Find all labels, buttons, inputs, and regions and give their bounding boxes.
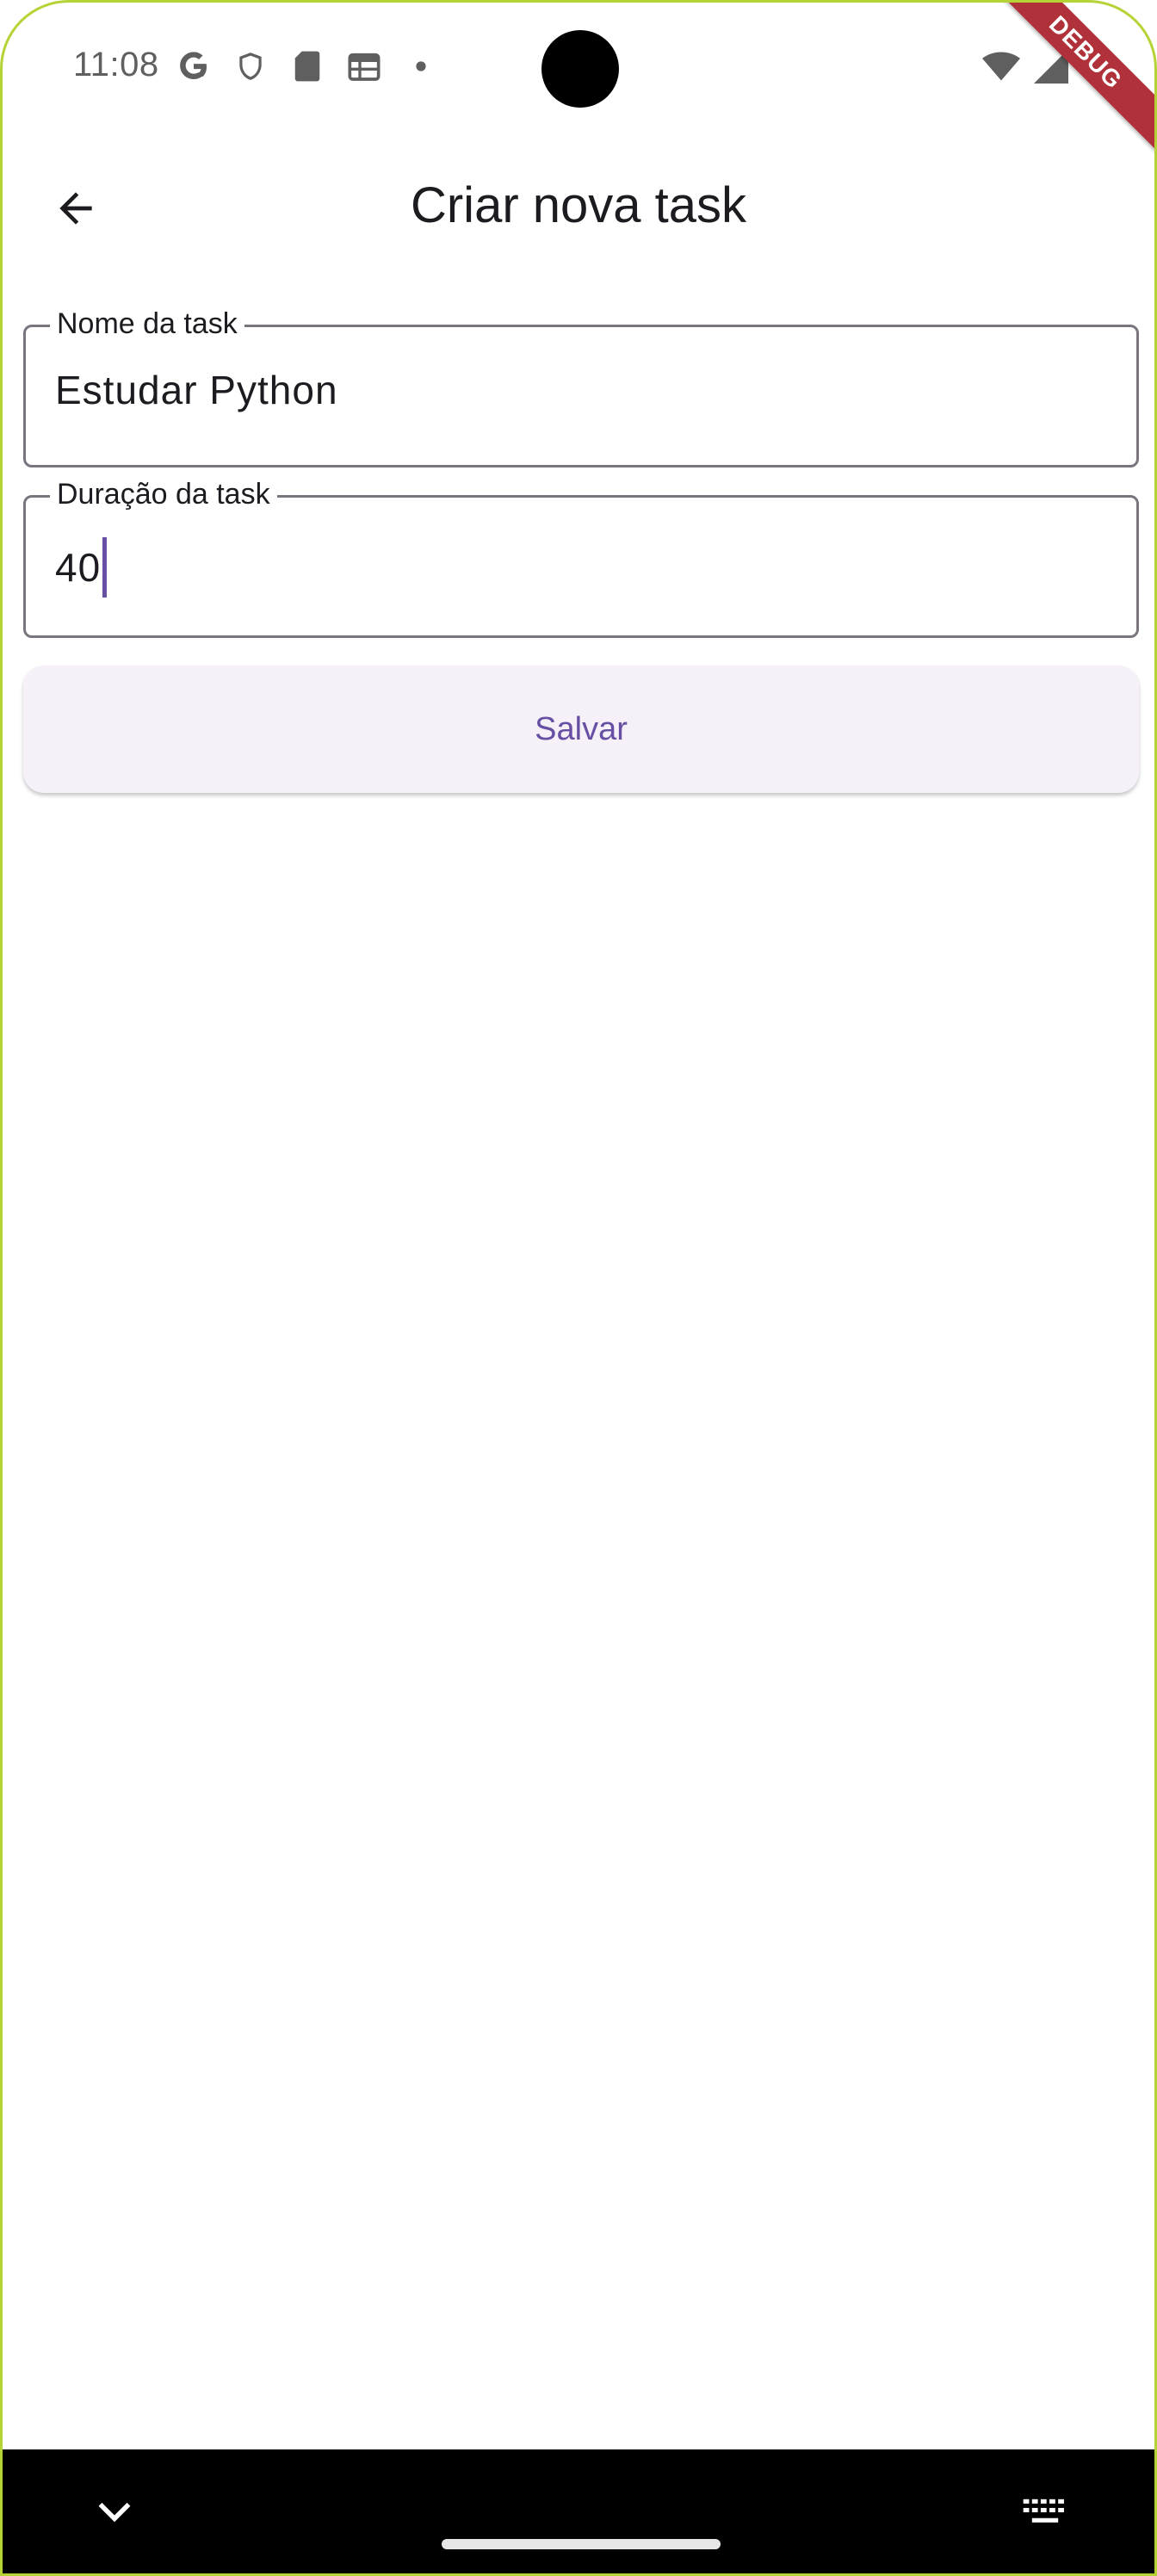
camera-cutout bbox=[541, 30, 619, 108]
sd-card-icon bbox=[288, 47, 326, 85]
status-icons-left bbox=[175, 47, 440, 85]
shield-icon bbox=[232, 47, 269, 85]
status-bar: 11:08 DEBUG bbox=[3, 3, 1154, 158]
task-name-value: Estudar Python bbox=[55, 368, 338, 412]
home-handle[interactable] bbox=[442, 2539, 721, 2549]
task-duration-label: Duração da task bbox=[50, 475, 277, 513]
page-title: Criar nova task bbox=[410, 177, 747, 233]
dot-icon bbox=[402, 47, 440, 85]
task-duration-input[interactable]: 40 bbox=[55, 537, 108, 598]
task-name-label: Nome da task bbox=[50, 305, 244, 343]
calendar-icon bbox=[345, 47, 383, 85]
chevron-down-icon[interactable] bbox=[96, 2499, 133, 2525]
keyboard-icon[interactable] bbox=[1022, 2498, 1068, 2527]
google-icon bbox=[175, 47, 213, 85]
task-name-input[interactable]: Estudar Python bbox=[55, 367, 338, 413]
navigation-bar bbox=[3, 2449, 1154, 2573]
wifi-icon bbox=[982, 47, 1020, 85]
task-duration-value: 40 bbox=[55, 545, 102, 590]
app-bar: Criar nova task bbox=[3, 132, 1154, 278]
text-caret bbox=[102, 537, 108, 598]
task-name-field[interactable]: Nome da task Estudar Python bbox=[23, 305, 1139, 468]
status-time: 11:08 bbox=[73, 46, 159, 84]
task-duration-field[interactable]: Duração da task 40 bbox=[23, 475, 1139, 638]
phone-screen: 11:08 DEBUG Criar nova task Nome da task… bbox=[0, 0, 1157, 2576]
save-button[interactable]: Salvar bbox=[23, 666, 1139, 793]
